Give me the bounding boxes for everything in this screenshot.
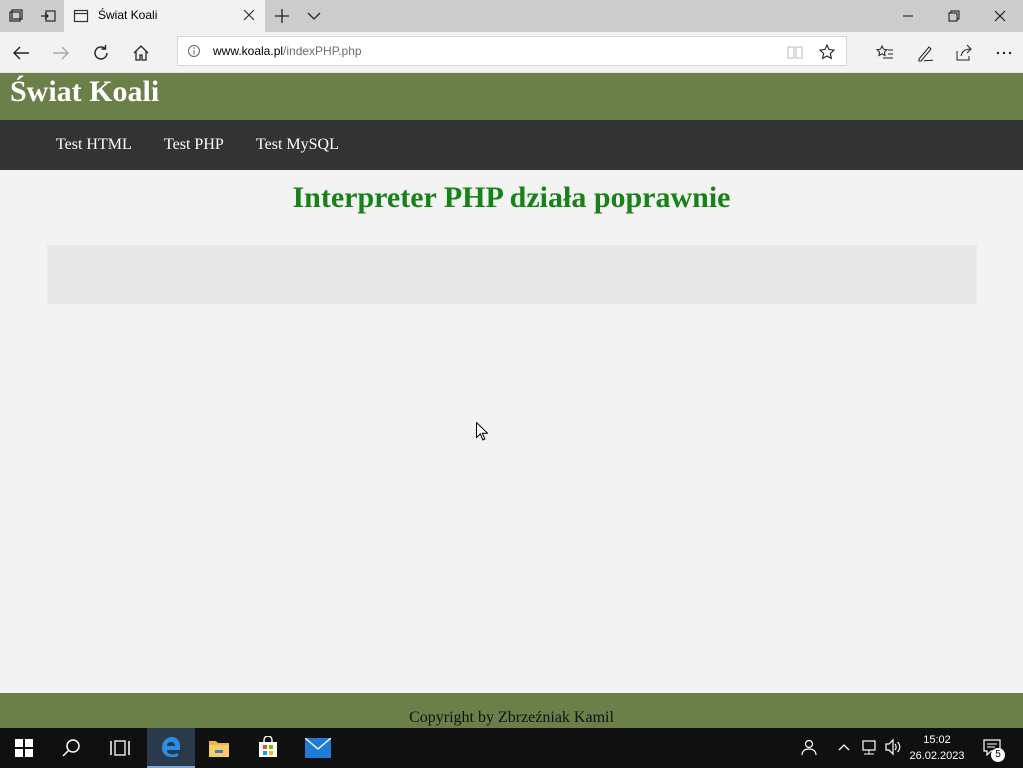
- close-window-button[interactable]: [977, 0, 1023, 32]
- address-bar[interactable]: www.koala.pl/indexPHP.php: [177, 36, 847, 66]
- taskbar-edge[interactable]: [147, 728, 195, 768]
- nav-link-test-html[interactable]: Test HTML: [56, 136, 132, 154]
- tab-title: Świat Koali: [98, 8, 158, 22]
- more-options-button[interactable]: [984, 34, 1022, 70]
- notification-count-badge: 5: [991, 748, 1005, 762]
- search-button[interactable]: [48, 728, 96, 768]
- taskbar-mail[interactable]: [293, 728, 341, 768]
- people-icon[interactable]: [801, 738, 819, 761]
- taskbar: 15:02 26.02.2023 5: [0, 728, 1023, 768]
- tab-preview-chevron-icon[interactable]: [306, 8, 322, 24]
- browser-toolbar: www.koala.pl/indexPHP.php: [0, 32, 1023, 73]
- favorites-hub-button[interactable]: [865, 34, 903, 70]
- tab-bar: Świat Koali: [0, 0, 1023, 32]
- page-icon: [73, 8, 89, 29]
- refresh-button[interactable]: [81, 34, 119, 70]
- home-button[interactable]: [121, 34, 159, 70]
- site-header: Świat Koali: [0, 73, 1023, 120]
- taskbar-file-explorer[interactable]: [195, 728, 243, 768]
- favorite-star-icon[interactable]: [818, 43, 836, 65]
- page-heading: Interpreter PHP działa poprawnie: [292, 181, 731, 214]
- taskbar-clock[interactable]: 15:02 26.02.2023: [904, 732, 970, 764]
- set-aside-tabs-icon[interactable]: [40, 8, 56, 24]
- url-domain: www.koala.pl: [213, 44, 284, 58]
- mouse-cursor-icon: [476, 421, 489, 447]
- tab-actions-icon[interactable]: [8, 8, 24, 24]
- footer-copyright: Copyright by Zbrzeźniak Kamil: [409, 709, 614, 726]
- taskbar-store[interactable]: [244, 728, 292, 768]
- site-title: Świat Koali: [10, 75, 160, 108]
- show-hidden-icons-chevron-icon[interactable]: [837, 740, 851, 759]
- content-box: [47, 245, 977, 304]
- share-button[interactable]: [944, 34, 982, 70]
- forward-button[interactable]: [41, 34, 79, 70]
- active-tab[interactable]: Świat Koali: [64, 0, 265, 32]
- web-note-button[interactable]: [905, 34, 943, 70]
- site-nav: Test HTML Test PHP Test MySQL: [0, 120, 1023, 170]
- new-tab-icon[interactable]: [274, 8, 290, 24]
- site-footer: Copyright by Zbrzeźniak Kamil: [0, 693, 1023, 728]
- close-tab-icon[interactable]: [242, 8, 256, 27]
- nav-link-test-mysql[interactable]: Test MySQL: [256, 136, 339, 154]
- nav-link-test-php[interactable]: Test PHP: [164, 136, 224, 154]
- site-info-icon[interactable]: [187, 44, 201, 63]
- restore-button[interactable]: [931, 0, 977, 32]
- reading-view-icon[interactable]: [787, 44, 803, 65]
- clock-time: 15:02: [923, 734, 951, 746]
- url-path: /indexPHP.php: [283, 44, 362, 58]
- network-icon[interactable]: [860, 738, 878, 761]
- back-button[interactable]: [1, 34, 39, 70]
- url-text[interactable]: www.koala.pl/indexPHP.php: [213, 44, 362, 58]
- clock-date: 26.02.2023: [909, 750, 965, 762]
- volume-icon[interactable]: [884, 738, 902, 761]
- start-button[interactable]: [0, 728, 48, 768]
- task-view-button[interactable]: [96, 728, 144, 768]
- minimize-button[interactable]: [885, 0, 931, 32]
